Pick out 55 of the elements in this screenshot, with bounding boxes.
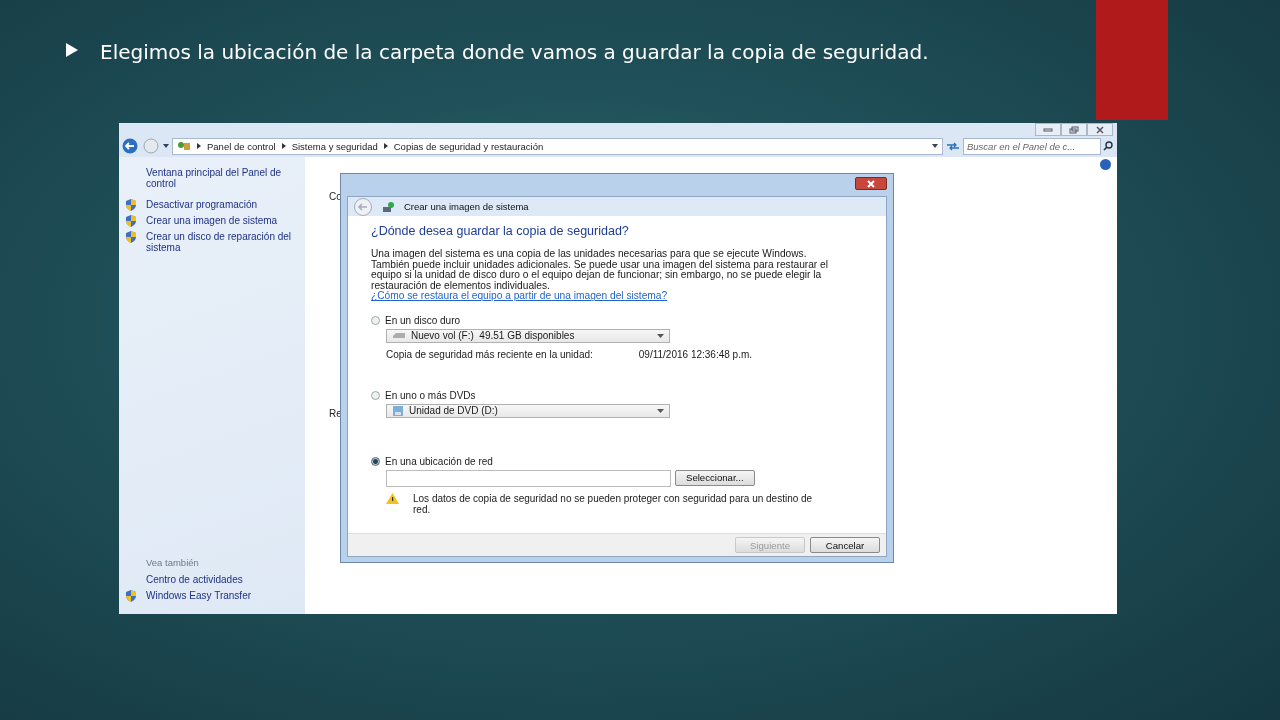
breadcrumb-item[interactable]: Sistema y seguridad: [291, 140, 378, 152]
control-panel-icon: [177, 140, 191, 152]
radio-button[interactable]: [371, 456, 380, 466]
back-icon[interactable]: [121, 138, 139, 154]
help-icon[interactable]: [1100, 159, 1111, 170]
select-button[interactable]: Seleccionar...: [675, 469, 755, 486]
minimize-icon: [1043, 126, 1053, 133]
help-link[interactable]: ¿Cómo se restaura el equipo a partir de una imagen del sistema?: [371, 290, 668, 302]
search-field[interactable]: Buscar en el Panel de c...: [963, 137, 1101, 155]
warning-icon: [386, 492, 399, 504]
sidebar-link[interactable]: Windows Easy Transfer: [146, 590, 252, 601]
see-also-heading: Vea también: [146, 557, 200, 568]
radio-label[interactable]: En un disco duro: [385, 314, 461, 326]
breadcrumb-arrow-icon: [281, 143, 286, 149]
dropdown-arrow-icon: [657, 408, 664, 413]
breadcrumb-item[interactable]: Panel de control: [207, 140, 276, 152]
sidebar-link[interactable]: Centro de actividades: [146, 574, 243, 585]
dialog-title: Crear una imagen de sistema: [404, 201, 529, 212]
cancel-button[interactable]: Cancelar: [810, 537, 880, 553]
dvd-drive-icon: [392, 404, 404, 417]
sidebar-link[interactable]: Ventana principal del Panel de control: [146, 167, 296, 189]
description-text: Una imagen del sistema es una copia de las unidades necesarias para que se ejecute Windows. También puede incluir unidades adicionales. Se puede usar una imagen del sistema para restaurar el equipo si la unidad de disco duro o el equipo dejan de funcionar; sin embargo, no se puede elegir la restauración de elementos individuales. ¿Cómo se restaura el equipo a partir de una imagen del sistema?: [371, 249, 830, 302]
dialog-heading: ¿Dónde desea guardar la copia de seguridad?: [371, 224, 630, 238]
close-icon: [866, 179, 876, 188]
drive-dropdown[interactable]: Unidad de DVD (D:): [386, 403, 670, 418]
restore-icon: [1069, 125, 1079, 134]
breadcrumb-arrow-icon: [383, 143, 388, 149]
radio-button[interactable]: [371, 315, 380, 325]
refresh-icon[interactable]: [946, 141, 960, 151]
close-button[interactable]: [855, 177, 887, 190]
close-button[interactable]: [1087, 123, 1113, 136]
sidebar-link[interactable]: Crear una imagen de sistema: [146, 215, 278, 226]
breadcrumb-item[interactable]: Copias de seguridad y restauración: [393, 140, 544, 152]
hard-drive-icon: [392, 331, 406, 340]
radio-button[interactable]: [371, 390, 380, 400]
close-icon: [1095, 125, 1105, 134]
breadcrumb-arrow-icon: [197, 143, 201, 149]
drive-dropdown[interactable]: Nuevo vol (F:) 49.51 GB disponibles: [386, 328, 670, 343]
path-field[interactable]: [386, 469, 671, 487]
backup-icon: [382, 200, 396, 213]
dropdown-arrow-icon: [657, 333, 664, 338]
info-label: Copia de seguridad más reciente en la unidad:: [386, 348, 593, 360]
radio-label[interactable]: En uno o más DVDs: [385, 389, 476, 401]
radio-label[interactable]: En una ubicación de red: [385, 455, 493, 467]
bullet-icon: [66, 43, 78, 57]
sidebar-link[interactable]: Desactivar programación: [146, 199, 258, 210]
dropdown-arrow-icon[interactable]: [163, 144, 169, 148]
dropdown-arrow-icon[interactable]: [932, 144, 938, 148]
warning-text: Los datos de copia de seguridad no se pueden proteger con seguridad para un destino de red.: [413, 492, 814, 515]
sidebar-link[interactable]: Crear un disco de reparación del sistema: [146, 231, 299, 253]
address-bar[interactable]: Panel de control Sistema y seguridad Copias de seguridad y restauración: [172, 137, 943, 155]
restore-button[interactable]: [1061, 123, 1087, 136]
search-icon[interactable]: [1103, 141, 1113, 151]
info-value: 09/11/2016 12:36:48 p.m.: [638, 348, 753, 360]
slide-text: Elegimos la ubicación de la carpeta donde vamos a guardar la copia de seguridad.: [100, 39, 930, 66]
